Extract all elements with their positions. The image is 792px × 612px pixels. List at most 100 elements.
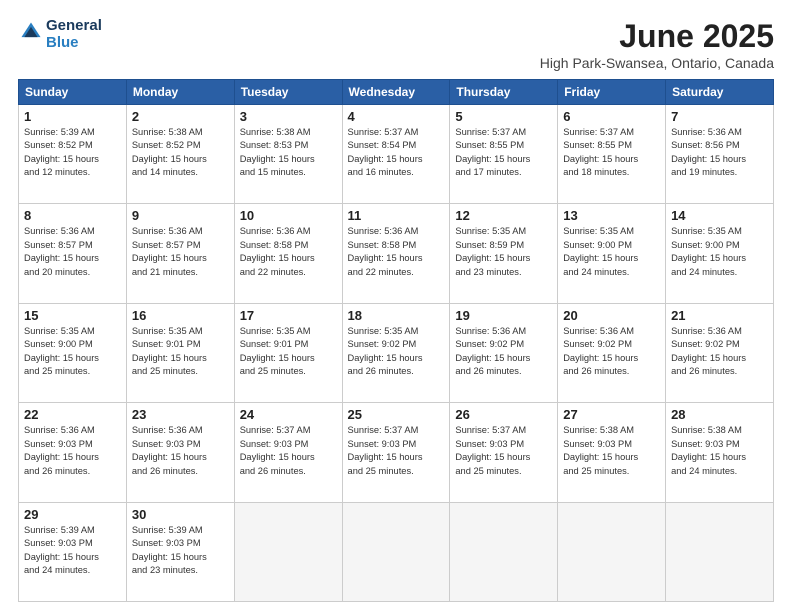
day-number: 22	[24, 407, 121, 422]
day-info: Sunrise: 5:37 AM Sunset: 9:03 PM Dayligh…	[455, 424, 552, 478]
day-info: Sunrise: 5:39 AM Sunset: 9:03 PM Dayligh…	[132, 524, 229, 578]
col-header-monday: Monday	[126, 80, 234, 105]
col-header-friday: Friday	[558, 80, 666, 105]
day-info: Sunrise: 5:36 AM Sunset: 8:58 PM Dayligh…	[348, 225, 445, 279]
day-info: Sunrise: 5:37 AM Sunset: 9:03 PM Dayligh…	[348, 424, 445, 478]
day-number: 14	[671, 208, 768, 223]
day-number: 4	[348, 109, 445, 124]
day-info: Sunrise: 5:38 AM Sunset: 8:52 PM Dayligh…	[132, 126, 229, 180]
day-number: 26	[455, 407, 552, 422]
day-number: 2	[132, 109, 229, 124]
day-info: Sunrise: 5:36 AM Sunset: 8:58 PM Dayligh…	[240, 225, 337, 279]
day-info: Sunrise: 5:35 AM Sunset: 8:59 PM Dayligh…	[455, 225, 552, 279]
day-number: 21	[671, 308, 768, 323]
day-number: 18	[348, 308, 445, 323]
day-number: 30	[132, 507, 229, 522]
day-number: 27	[563, 407, 660, 422]
calendar-cell	[666, 502, 774, 601]
calendar-cell: 3 Sunrise: 5:38 AM Sunset: 8:53 PM Daylig…	[234, 105, 342, 204]
day-number: 10	[240, 208, 337, 223]
day-info: Sunrise: 5:36 AM Sunset: 9:02 PM Dayligh…	[563, 325, 660, 379]
day-number: 20	[563, 308, 660, 323]
calendar-table: SundayMondayTuesdayWednesdayThursdayFrid…	[18, 79, 774, 602]
day-info: Sunrise: 5:35 AM Sunset: 9:00 PM Dayligh…	[24, 325, 121, 379]
day-info: Sunrise: 5:36 AM Sunset: 9:02 PM Dayligh…	[455, 325, 552, 379]
calendar-cell: 2 Sunrise: 5:38 AM Sunset: 8:52 PM Daylig…	[126, 105, 234, 204]
calendar-cell: 20 Sunrise: 5:36 AM Sunset: 9:02 PM Dayli…	[558, 303, 666, 402]
logo-icon	[20, 21, 42, 43]
calendar-cell: 9 Sunrise: 5:36 AM Sunset: 8:57 PM Daylig…	[126, 204, 234, 303]
calendar-cell: 25Sunrise: 5:37 AM Sunset: 9:03 PM Dayli…	[342, 403, 450, 502]
calendar-cell: 14 Sunrise: 5:35 AM Sunset: 9:00 PM Dayli…	[666, 204, 774, 303]
day-info: Sunrise: 5:36 AM Sunset: 9:02 PM Dayligh…	[671, 325, 768, 379]
day-info: Sunrise: 5:35 AM Sunset: 9:01 PM Dayligh…	[132, 325, 229, 379]
title-block: June 2025 High Park-Swansea, Ontario, Ca…	[540, 18, 774, 71]
day-info: Sunrise: 5:36 AM Sunset: 8:57 PM Dayligh…	[24, 225, 121, 279]
calendar-cell: 1 Sunrise: 5:39 AM Sunset: 8:52 PM Daylig…	[19, 105, 127, 204]
day-info: Sunrise: 5:36 AM Sunset: 9:03 PM Dayligh…	[132, 424, 229, 478]
day-info: Sunrise: 5:36 AM Sunset: 8:57 PM Dayligh…	[132, 225, 229, 279]
day-info: Sunrise: 5:38 AM Sunset: 9:03 PM Dayligh…	[671, 424, 768, 478]
day-info: Sunrise: 5:35 AM Sunset: 9:02 PM Dayligh…	[348, 325, 445, 379]
day-number: 1	[24, 109, 121, 124]
day-info: Sunrise: 5:36 AM Sunset: 9:03 PM Dayligh…	[24, 424, 121, 478]
calendar-cell: 13 Sunrise: 5:35 AM Sunset: 9:00 PM Dayli…	[558, 204, 666, 303]
day-number: 12	[455, 208, 552, 223]
day-number: 3	[240, 109, 337, 124]
page: General Blue June 2025 High Park-Swansea…	[0, 0, 792, 612]
logo-text-blue: Blue	[46, 35, 102, 52]
day-number: 8	[24, 208, 121, 223]
day-number: 17	[240, 308, 337, 323]
day-number: 28	[671, 407, 768, 422]
col-header-sunday: Sunday	[19, 80, 127, 105]
calendar-header-row: SundayMondayTuesdayWednesdayThursdayFrid…	[19, 80, 774, 105]
calendar-week-row: 15 Sunrise: 5:35 AM Sunset: 9:00 PM Dayli…	[19, 303, 774, 402]
day-number: 13	[563, 208, 660, 223]
day-number: 23	[132, 407, 229, 422]
calendar-cell: 22 Sunrise: 5:36 AM Sunset: 9:03 PM Dayli…	[19, 403, 127, 502]
col-header-wednesday: Wednesday	[342, 80, 450, 105]
day-info: Sunrise: 5:39 AM Sunset: 8:52 PM Dayligh…	[24, 126, 121, 180]
day-info: Sunrise: 5:35 AM Sunset: 9:00 PM Dayligh…	[671, 225, 768, 279]
calendar-cell: 17 Sunrise: 5:35 AM Sunset: 9:01 PM Dayli…	[234, 303, 342, 402]
day-number: 29	[24, 507, 121, 522]
day-info: Sunrise: 5:35 AM Sunset: 9:01 PM Dayligh…	[240, 325, 337, 379]
day-info: Sunrise: 5:37 AM Sunset: 8:54 PM Dayligh…	[348, 126, 445, 180]
calendar-cell: 8 Sunrise: 5:36 AM Sunset: 8:57 PM Daylig…	[19, 204, 127, 303]
calendar-week-row: 29 Sunrise: 5:39 AM Sunset: 9:03 PM Dayli…	[19, 502, 774, 601]
header: General Blue June 2025 High Park-Swansea…	[18, 18, 774, 71]
calendar-cell: 24Sunrise: 5:37 AM Sunset: 9:03 PM Dayli…	[234, 403, 342, 502]
calendar-cell: 15 Sunrise: 5:35 AM Sunset: 9:00 PM Dayli…	[19, 303, 127, 402]
calendar-cell: 4 Sunrise: 5:37 AM Sunset: 8:54 PM Daylig…	[342, 105, 450, 204]
day-number: 7	[671, 109, 768, 124]
logo-text-general: General	[46, 18, 102, 35]
calendar-cell: 29 Sunrise: 5:39 AM Sunset: 9:03 PM Dayli…	[19, 502, 127, 601]
day-number: 15	[24, 308, 121, 323]
day-number: 9	[132, 208, 229, 223]
calendar-cell: 18 Sunrise: 5:35 AM Sunset: 9:02 PM Dayli…	[342, 303, 450, 402]
calendar-week-row: 8 Sunrise: 5:36 AM Sunset: 8:57 PM Daylig…	[19, 204, 774, 303]
calendar-cell	[342, 502, 450, 601]
day-number: 24	[240, 407, 337, 422]
calendar-cell: 26 Sunrise: 5:37 AM Sunset: 9:03 PM Dayli…	[450, 403, 558, 502]
day-info: Sunrise: 5:37 AM Sunset: 8:55 PM Dayligh…	[455, 126, 552, 180]
calendar-cell: 10 Sunrise: 5:36 AM Sunset: 8:58 PM Dayli…	[234, 204, 342, 303]
calendar-cell: 6Sunrise: 5:37 AM Sunset: 8:55 PM Daylig…	[558, 105, 666, 204]
calendar-cell	[450, 502, 558, 601]
calendar-cell: 16Sunrise: 5:35 AM Sunset: 9:01 PM Dayli…	[126, 303, 234, 402]
calendar-cell: 21 Sunrise: 5:36 AM Sunset: 9:02 PM Dayli…	[666, 303, 774, 402]
day-number: 19	[455, 308, 552, 323]
calendar-week-row: 1 Sunrise: 5:39 AM Sunset: 8:52 PM Daylig…	[19, 105, 774, 204]
calendar-cell: 7Sunrise: 5:36 AM Sunset: 8:56 PM Daylig…	[666, 105, 774, 204]
day-info: Sunrise: 5:38 AM Sunset: 9:03 PM Dayligh…	[563, 424, 660, 478]
calendar-week-row: 22 Sunrise: 5:36 AM Sunset: 9:03 PM Dayli…	[19, 403, 774, 502]
day-info: Sunrise: 5:35 AM Sunset: 9:00 PM Dayligh…	[563, 225, 660, 279]
calendar-cell: 30 Sunrise: 5:39 AM Sunset: 9:03 PM Dayli…	[126, 502, 234, 601]
calendar-cell	[558, 502, 666, 601]
day-info: Sunrise: 5:38 AM Sunset: 8:53 PM Dayligh…	[240, 126, 337, 180]
month-title: June 2025	[540, 18, 774, 55]
calendar-cell: 11Sunrise: 5:36 AM Sunset: 8:58 PM Dayli…	[342, 204, 450, 303]
day-info: Sunrise: 5:39 AM Sunset: 9:03 PM Dayligh…	[24, 524, 121, 578]
calendar-cell: 23 Sunrise: 5:36 AM Sunset: 9:03 PM Dayli…	[126, 403, 234, 502]
calendar-cell: 27 Sunrise: 5:38 AM Sunset: 9:03 PM Dayli…	[558, 403, 666, 502]
